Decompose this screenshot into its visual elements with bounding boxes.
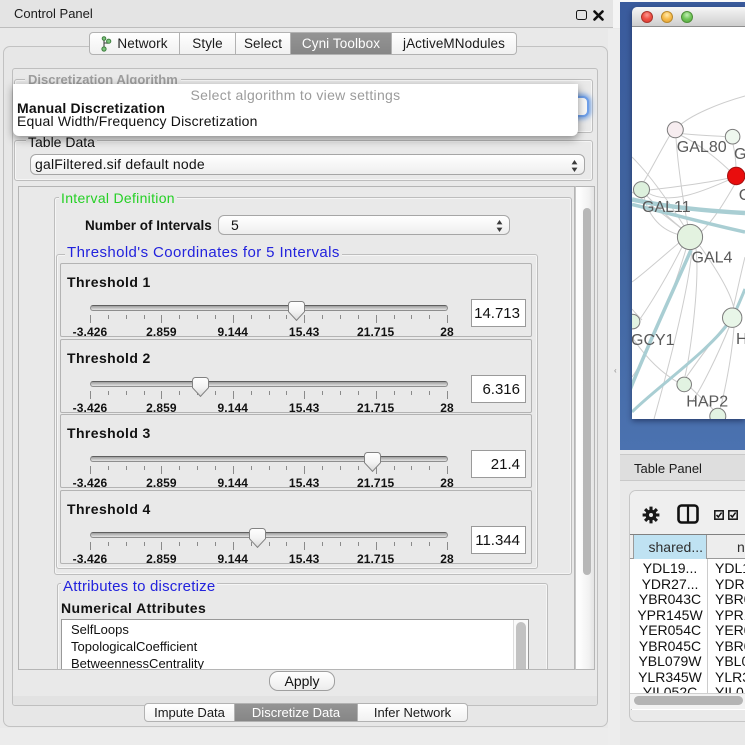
svg-text:GAL11: GAL11 (642, 199, 691, 216)
svg-text:GAL4: GAL4 (692, 250, 733, 267)
svg-text:H: H (736, 331, 745, 348)
svg-text:GAL: GAL (734, 146, 745, 163)
svg-text:GAL80: GAL80 (677, 139, 727, 156)
svg-text:HAP2: HAP2 (686, 394, 728, 411)
svg-text:GCY1: GCY1 (632, 332, 675, 349)
svg-text:CY: CY (739, 187, 745, 204)
